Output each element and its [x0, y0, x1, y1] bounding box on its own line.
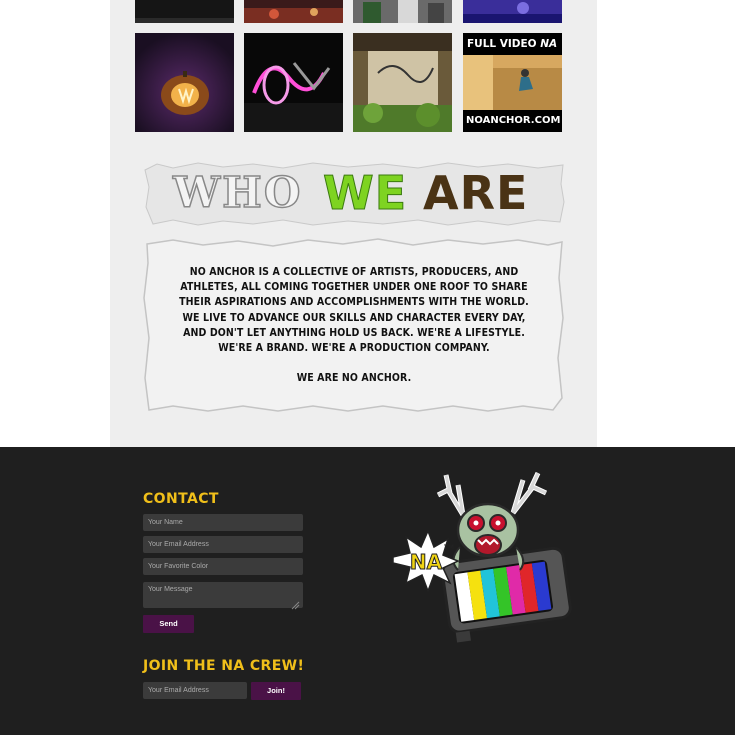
video-thumbnail-graffiti[interactable]	[244, 33, 343, 132]
about-text: No Anchor is a collective of artists, pr…	[170, 265, 538, 386]
trademark-mark: TM	[444, 544, 454, 551]
video-thumbnail[interactable]	[244, 0, 343, 23]
resize-handle-icon[interactable]	[290, 595, 300, 610]
message-field[interactable]: Your Message	[143, 582, 303, 608]
about-paragraph: No Anchor is a collective of artists, pr…	[179, 266, 529, 355]
video-thumbnail[interactable]	[463, 0, 562, 23]
video-thumbnail-full-video[interactable]: FULL VIDEO NA NOANCHOR.COM	[463, 33, 562, 132]
favorite-color-field[interactable]: Your Favorite Color	[143, 558, 303, 575]
send-button[interactable]: Send	[143, 615, 194, 633]
who-we-are-banner: WHO WE ARE	[143, 162, 565, 226]
video-thumbnail[interactable]	[353, 0, 452, 23]
join-button[interactable]: Join!	[251, 682, 301, 700]
full-video-title: FULL VIDEO NA	[467, 38, 558, 50]
zombie-tv-mascot-icon: NA TM	[392, 471, 572, 643]
video-thumbnail-pumpkin[interactable]	[135, 33, 234, 132]
join-crew-heading: JOIN THE NA CREW!	[143, 658, 305, 674]
banner-word-are: ARE	[423, 166, 529, 220]
video-thumbnail[interactable]	[135, 0, 234, 23]
footer	[0, 447, 735, 735]
burst-na-text: NA	[410, 550, 443, 574]
banner-word-who: WHO	[172, 167, 303, 218]
contact-heading: CONTACT	[143, 491, 219, 507]
name-field[interactable]: Your Name	[143, 514, 303, 531]
crew-email-field[interactable]: Your Email Address	[143, 682, 247, 699]
video-thumbnail-stage[interactable]	[353, 33, 452, 132]
mascot-illustration: NA TM	[388, 465, 573, 645]
email-field[interactable]: Your Email Address	[143, 536, 303, 553]
banner-word-we: WE	[322, 166, 408, 221]
about-tagline: We are No Anchor.	[296, 372, 412, 385]
full-video-site: NOANCHOR.COM	[466, 115, 561, 126]
